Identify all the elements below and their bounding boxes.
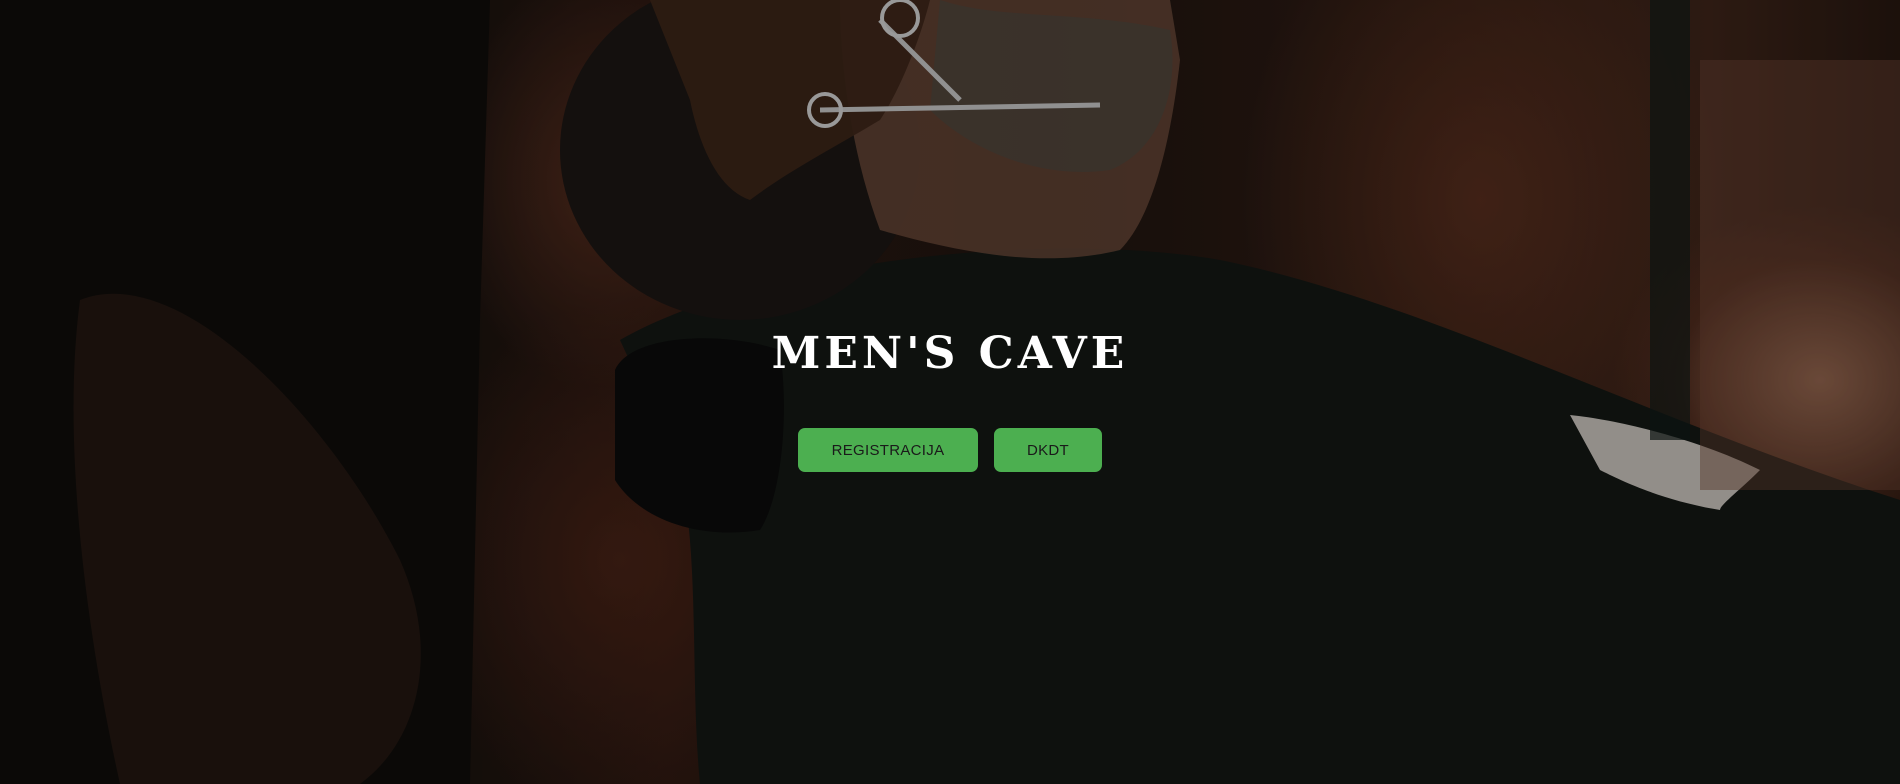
hero-content: MEN'S CAVE REGISTRACIJA DKDT <box>0 328 1900 472</box>
hero-button-row: REGISTRACIJA DKDT <box>0 428 1900 472</box>
register-button[interactable]: REGISTRACIJA <box>798 428 978 472</box>
hero-section: MEN'S CAVE REGISTRACIJA DKDT <box>0 0 1900 784</box>
dkdt-button[interactable]: DKDT <box>994 428 1102 472</box>
site-title: MEN'S CAVE <box>771 328 1129 379</box>
